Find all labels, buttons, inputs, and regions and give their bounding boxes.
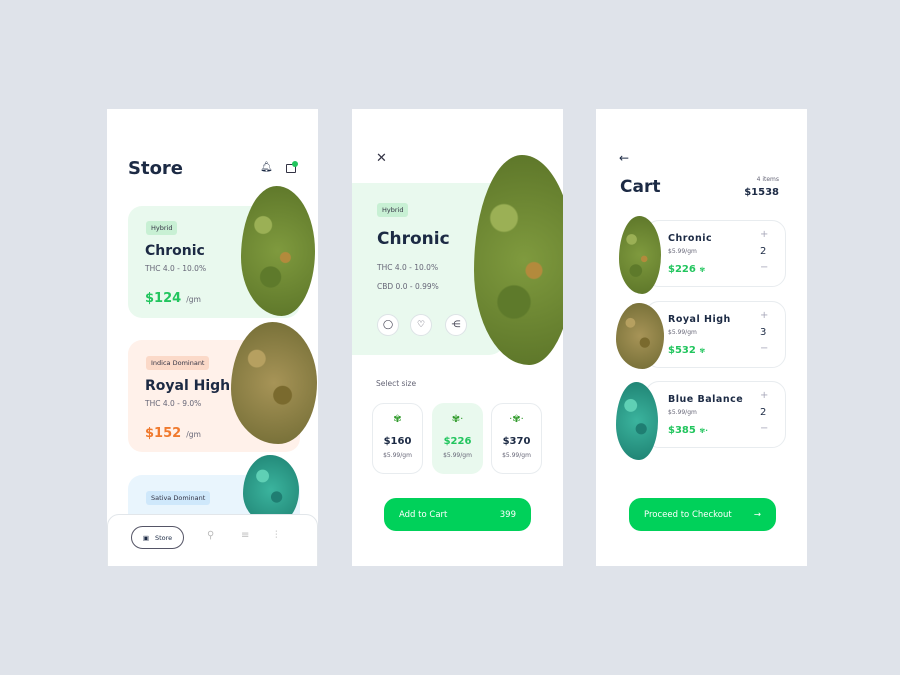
size-unit: $5.99/gm	[383, 452, 412, 459]
bag-icon: ▣	[142, 533, 149, 542]
strain-tag: Hybrid	[377, 203, 409, 217]
cart-item: Royal High $5.99/gm $532 ✾ +3 −	[645, 301, 786, 368]
product-name: Royal High	[145, 378, 231, 394]
items-count: 4 items	[756, 176, 779, 183]
cart-screen: ← Cart 4 items $1538 Chronic $5.99/gm $226…	[596, 109, 807, 566]
item-unit: $5.99/gm	[668, 329, 697, 336]
comment-icon: ◯	[382, 320, 394, 330]
price-value: $124	[145, 291, 182, 306]
item-price-value: $532	[668, 345, 696, 356]
item-unit: $5.99/gm	[668, 409, 697, 416]
nav-store[interactable]: ▣ Store	[131, 526, 184, 549]
leaf-icon: ✾	[699, 347, 706, 355]
thc-range: THC 4.0 - 9.0%	[145, 399, 202, 408]
leaf-icon: ·✾·	[509, 414, 524, 425]
chronic-bud-image	[619, 216, 661, 294]
favorite-button[interactable]: ♡	[410, 314, 432, 336]
blue-balance-bud-image	[616, 382, 658, 460]
filter-icon[interactable]: ⫶	[275, 530, 278, 541]
item-quantity: 2	[760, 246, 767, 257]
page-title: Cart	[620, 177, 661, 197]
thc-range: THC 4.0 - 10.0%	[377, 263, 439, 272]
leaf-icon: ✾	[699, 266, 706, 274]
share-button[interactable]: ⋲	[445, 314, 467, 336]
product-name: Chronic	[377, 229, 450, 249]
item-price: $385 ✾·	[668, 425, 708, 436]
add-to-cart-label: Add to Cart	[399, 509, 448, 520]
royal-high-bud-image	[616, 303, 664, 369]
decrement-button[interactable]: −	[760, 343, 768, 354]
add-to-cart-total: 399	[499, 509, 516, 520]
item-unit: $5.99/gm	[668, 248, 697, 255]
decrement-button[interactable]: −	[760, 423, 768, 434]
item-quantity: 2	[760, 407, 767, 418]
leaf-icon: ✾·	[451, 414, 464, 425]
item-name: Blue Balance	[668, 394, 744, 405]
close-icon[interactable]: ✕	[376, 151, 387, 166]
size-price: $370	[502, 436, 531, 447]
select-size-label: Select size	[376, 379, 417, 388]
item-name: Chronic	[668, 233, 713, 244]
product-name: Chronic	[145, 243, 205, 259]
search-icon[interactable]: ⚲	[207, 530, 214, 541]
royal-high-bud-image	[231, 322, 317, 444]
price: $124 /gm	[145, 287, 201, 306]
bell-icon[interactable]: 🔔︎	[260, 162, 273, 173]
leaf-icon: ✾·	[699, 427, 708, 435]
increment-button[interactable]: +	[760, 229, 768, 240]
size-option[interactable]: ·✾· $370 $5.99/gm	[491, 403, 542, 474]
thc-range: THC 4.0 - 10.0%	[145, 264, 207, 273]
strain-tag: Sativa Dominant	[146, 491, 211, 505]
increment-button[interactable]: +	[760, 390, 768, 401]
size-unit: $5.99/gm	[502, 452, 531, 459]
strain-tag: Indica Dominant	[146, 356, 210, 370]
size-price: $160	[383, 436, 412, 447]
back-arrow-icon[interactable]: ←	[619, 151, 629, 165]
bottom-nav: ▣ Store ⚲ ≡ ⫶	[107, 514, 318, 566]
price-unit: /gm	[186, 430, 201, 439]
item-quantity: 3	[760, 327, 767, 338]
cbd-range: CBD 0.0 - 0.99%	[377, 282, 439, 291]
size-option[interactable]: ✾ $160 $5.99/gm	[372, 403, 423, 474]
item-price: $532 ✾	[668, 345, 705, 356]
price: $152 /gm	[145, 422, 201, 441]
arrow-right-icon: →	[753, 509, 761, 520]
add-to-cart-button[interactable]: Add to Cart 399	[384, 498, 531, 531]
nav-store-label: Store	[154, 533, 173, 542]
cart-total: $1538	[744, 187, 779, 198]
leaf-icon: ✾	[393, 414, 402, 425]
item-price-value: $385	[668, 425, 696, 436]
chronic-bud-image	[241, 186, 315, 316]
heart-icon: ♡	[416, 320, 426, 330]
checkout-button[interactable]: Proceed to Checkout →	[629, 498, 776, 531]
cart-item: Chronic $5.99/gm $226 ✾ +2 −	[645, 220, 786, 287]
decrement-button[interactable]: −	[760, 262, 768, 273]
item-price: $226 ✾	[668, 264, 705, 275]
price-unit: /gm	[186, 295, 201, 304]
item-price-value: $226	[668, 264, 696, 275]
comment-button[interactable]: ◯	[377, 314, 399, 336]
cart-item: Blue Balance $5.99/gm $385 ✾· +2 −	[645, 381, 786, 448]
detail-screen: ✕ Hybrid Chronic THC 4.0 - 10.0% CBD 0.0…	[352, 109, 563, 566]
size-price: $226	[443, 436, 472, 447]
strain-tag: Hybrid	[146, 221, 178, 235]
checkout-label: Proceed to Checkout	[644, 509, 732, 520]
item-name: Royal High	[668, 314, 731, 325]
price-value: $152	[145, 426, 182, 441]
size-option-selected[interactable]: ✾· $226 $5.99/gm	[432, 403, 483, 474]
menu-icon[interactable]: ≡	[241, 530, 249, 541]
size-unit: $5.99/gm	[443, 452, 472, 459]
page-title: Store	[128, 158, 184, 179]
increment-button[interactable]: +	[760, 310, 768, 321]
cart-badge	[292, 161, 298, 167]
store-screen: Store 🔔︎ Hybrid Chronic THC 4.0 - 10.0% …	[107, 109, 318, 566]
share-icon: ⋲	[451, 320, 461, 330]
